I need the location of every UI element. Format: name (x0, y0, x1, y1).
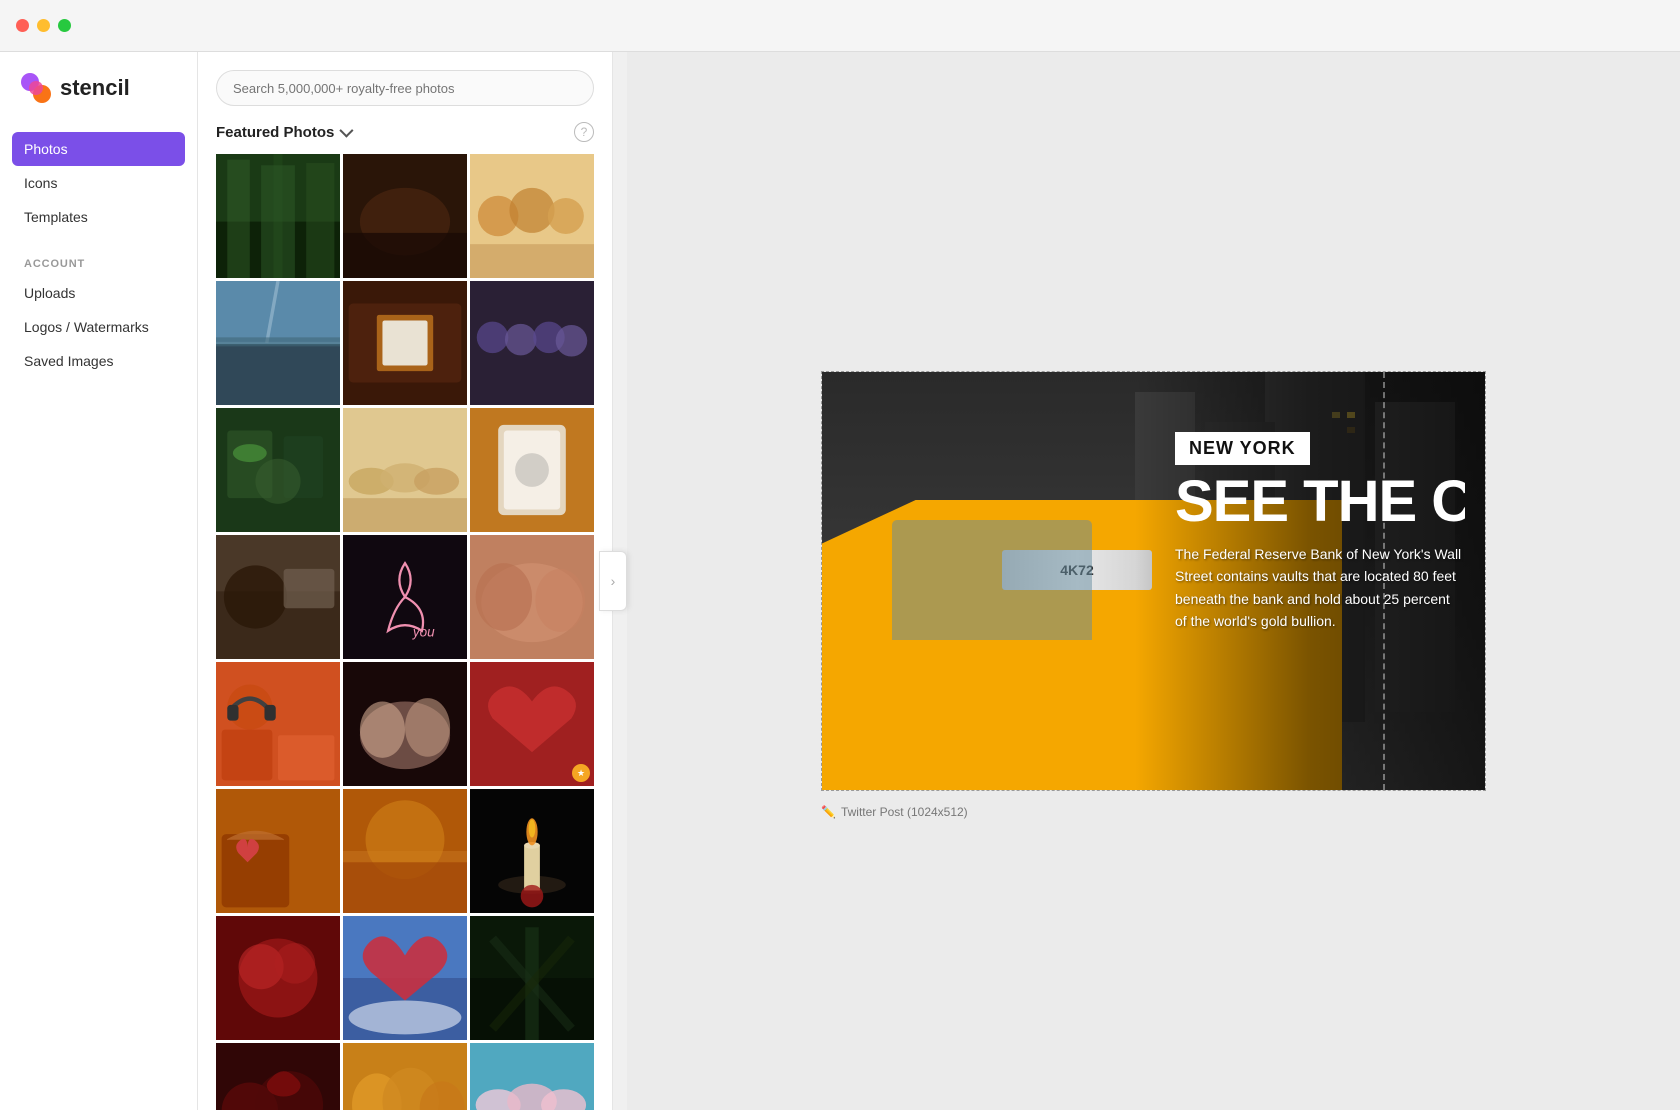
minimize-button[interactable] (37, 19, 50, 32)
account-section-label: ACCOUNT (0, 242, 197, 276)
photo-cell[interactable] (343, 916, 467, 1040)
photo-panel: Featured Photos ? (198, 52, 613, 1110)
photo-cell[interactable] (343, 281, 467, 405)
photo-cell[interactable] (343, 408, 467, 532)
star-badge: ★ (572, 764, 590, 782)
sidebar-item-uploads[interactable]: Uploads (12, 276, 185, 310)
photo-cell[interactable] (216, 916, 340, 1040)
see-city-title: SEE THE CI (1175, 473, 1465, 531)
featured-title: Featured Photos (216, 124, 350, 141)
sidebar: stencil Photos Icons Templates ACCOUNT U… (0, 52, 198, 1110)
stencil-logo-icon (20, 72, 52, 104)
chevron-down-icon[interactable] (340, 124, 354, 138)
photo-cell[interactable] (216, 408, 340, 532)
sidebar-item-saved-images[interactable]: Saved Images (12, 344, 185, 378)
nav-section-main: Photos Icons Templates (0, 132, 197, 234)
sidebar-item-icons[interactable]: Icons (12, 166, 185, 200)
photo-cell[interactable] (470, 1043, 594, 1110)
sidebar-item-photos[interactable]: Photos (12, 132, 185, 166)
featured-header: Featured Photos ? (216, 122, 594, 142)
photo-cell[interactable] (216, 154, 340, 278)
photo-cell[interactable] (216, 789, 340, 913)
photo-cell[interactable] (470, 281, 594, 405)
sidebar-item-logos-watermarks[interactable]: Logos / Watermarks (12, 310, 185, 344)
photo-cell[interactable] (343, 789, 467, 913)
nav-section-account: Uploads Logos / Watermarks Saved Images (0, 276, 197, 378)
photo-cell[interactable] (343, 154, 467, 278)
help-icon[interactable]: ? (574, 122, 594, 142)
canvas-area: 4K72 NEW YORK SEE THE CI The Federal Res… (627, 52, 1680, 1110)
photo-cell[interactable] (470, 535, 594, 659)
photo-search-input[interactable] (216, 70, 594, 106)
canvas-size-label: ✏️ Twitter Post (1024x512) (821, 805, 968, 819)
photo-cell[interactable] (343, 662, 467, 786)
canvas-body-text: The Federal Reserve Bank of New York's W… (1175, 543, 1465, 633)
maximize-button[interactable] (58, 19, 71, 32)
photo-cell[interactable] (470, 789, 594, 913)
app-container: stencil Photos Icons Templates ACCOUNT U… (0, 52, 1680, 1110)
canvas-text-overlay: NEW YORK SEE THE CI The Federal Reserve … (1155, 412, 1485, 653)
canvas-preview[interactable]: 4K72 NEW YORK SEE THE CI The Federal Res… (821, 371, 1486, 791)
sidebar-item-templates[interactable]: Templates (12, 200, 185, 234)
photo-cell[interactable] (343, 1043, 467, 1110)
logo-area: stencil (0, 72, 197, 132)
photo-grid-container[interactable]: you (216, 154, 594, 1110)
pencil-icon: ✏️ (821, 805, 836, 819)
photo-grid: you (216, 154, 594, 1110)
photo-cell[interactable] (216, 662, 340, 786)
close-button[interactable] (16, 19, 29, 32)
photo-cell[interactable] (470, 408, 594, 532)
photo-cell[interactable] (216, 281, 340, 405)
title-bar (0, 0, 1680, 52)
photo-cell[interactable] (470, 154, 594, 278)
app-name: stencil (60, 75, 130, 101)
collapse-panel-button[interactable]: › (599, 551, 627, 611)
chevron-right-icon: › (611, 573, 616, 589)
photo-cell[interactable] (216, 535, 340, 659)
photo-cell[interactable] (216, 1043, 340, 1110)
new-york-badge: NEW YORK (1175, 432, 1310, 465)
photo-cell[interactable]: you (343, 535, 467, 659)
svg-text:you: you (412, 624, 435, 639)
photo-cell[interactable] (470, 916, 594, 1040)
taxi-windshield (892, 520, 1092, 640)
photo-cell[interactable]: ★ (470, 662, 594, 786)
